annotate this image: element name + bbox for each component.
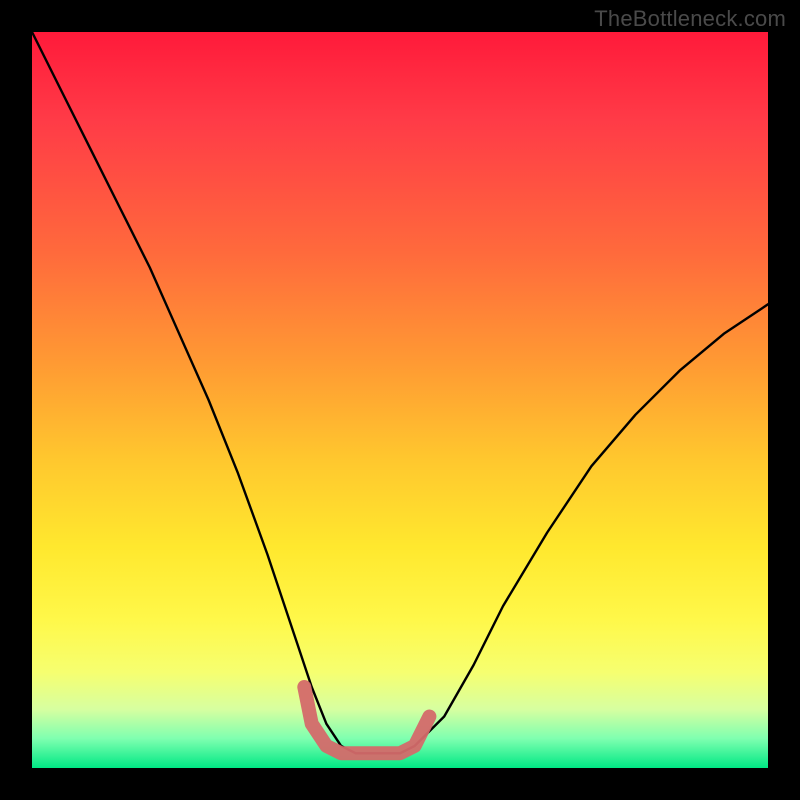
attribution-text: TheBottleneck.com <box>594 6 786 32</box>
curve-layer <box>32 32 768 768</box>
bottleneck-curve <box>32 32 768 753</box>
chart-frame: TheBottleneck.com <box>0 0 800 800</box>
plot-area <box>32 32 768 768</box>
optimal-zone-highlight <box>304 687 429 753</box>
